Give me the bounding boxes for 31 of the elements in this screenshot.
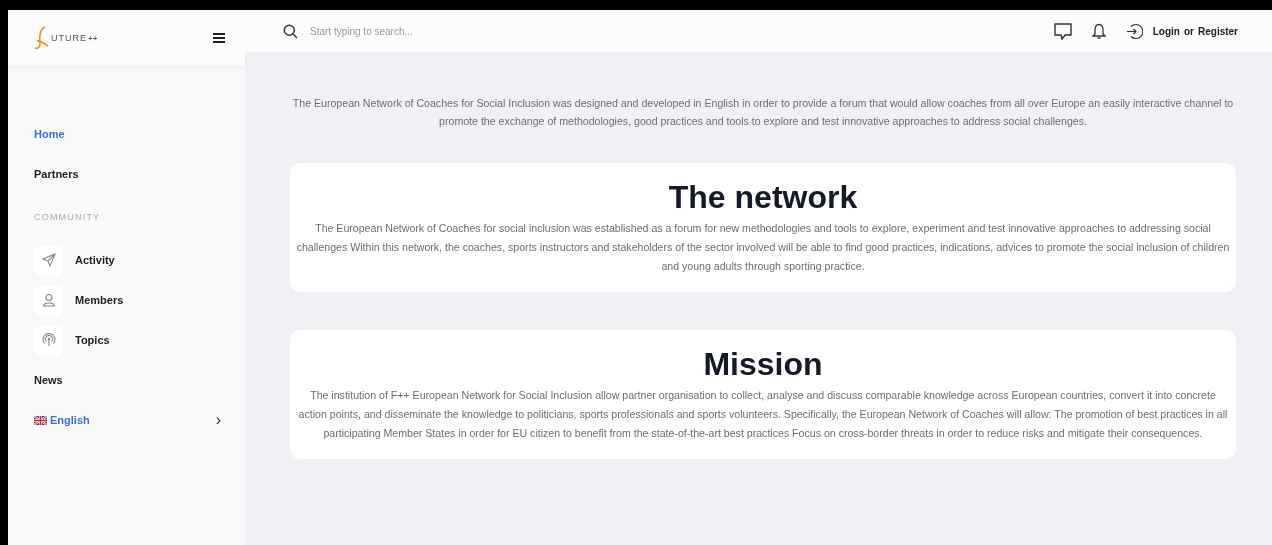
- intro-text: The European Network of Coaches for Social Inclusion was designed and developed in English in order to provide a forum that would allow coaches from all over Europe an easily interactive channel to promote the exchange of methodologies, good practices and tools to explore and test innovative approaches to address social challenges.: [291, 96, 1235, 129]
- login-link[interactable]: Login: [1152, 25, 1180, 37]
- logo-swirl-icon: [34, 25, 50, 51]
- register-link[interactable]: Register: [1198, 25, 1238, 37]
- nav-link[interactable]: News: [34, 360, 63, 400]
- nav-link[interactable]: Partners: [34, 154, 79, 194]
- language-selector[interactable]: English: [34, 414, 90, 426]
- card-text: The institution of F++ European Network for Social Inclusion allow partner organisation to collect, analyse and discuss comparable knowledge across European countries, convert it into concrete action points, and disseminate the knowledge to politicians, sports professionals and sports volunteers. Specifically, the European Network of Coaches will allow: The promotion of best practices in all participating Member States in order for EU citizen to benefit from the state-of-the-art best practices Focus on cross-border threats in order to reduce risks and mitigate their consequences.: [297, 388, 1229, 441]
- bell-icon[interactable]: [1091, 22, 1106, 40]
- search-field[interactable]: Start typing to search...: [308, 24, 612, 38]
- flag-icon: [34, 415, 47, 425]
- search-icon[interactable]: [283, 23, 298, 39]
- logo[interactable]: UTURE++: [34, 25, 98, 51]
- broadcast-icon[interactable]: [34, 325, 63, 355]
- chat-icon[interactable]: [1053, 22, 1072, 40]
- user-icon[interactable]: [34, 285, 63, 315]
- nav-link[interactable]: Activity: [75, 254, 115, 266]
- logo-text: UTURE: [51, 33, 87, 43]
- section-heading: COMMUNITY: [34, 211, 102, 224]
- paper-plane-icon[interactable]: [34, 245, 63, 275]
- nav-link[interactable]: Members: [75, 294, 124, 306]
- card-title: The network: [667, 181, 859, 213]
- or-text: or: [1184, 25, 1194, 37]
- card-text: The European Network of Coaches for social inclusion was established as a forum for new methodologies and tools to explore, experiment and test innovative approaches to addressing social challenges Within this network, the coaches, sports instructors and stakeholders of the sector involved will be able to find good practices, indications, advices to promote the social inclusion of children and young adults through sporting practice.: [296, 221, 1230, 274]
- nav-link[interactable]: Topics: [75, 334, 110, 346]
- nav-link[interactable]: Home: [34, 114, 65, 154]
- menu-icon[interactable]: [213, 33, 225, 43]
- card-title: Mission: [702, 348, 824, 380]
- login-icon[interactable]: [1125, 22, 1143, 40]
- logo-suffix: ++: [88, 33, 98, 43]
- chevron-icon[interactable]: ›: [215, 411, 221, 429]
